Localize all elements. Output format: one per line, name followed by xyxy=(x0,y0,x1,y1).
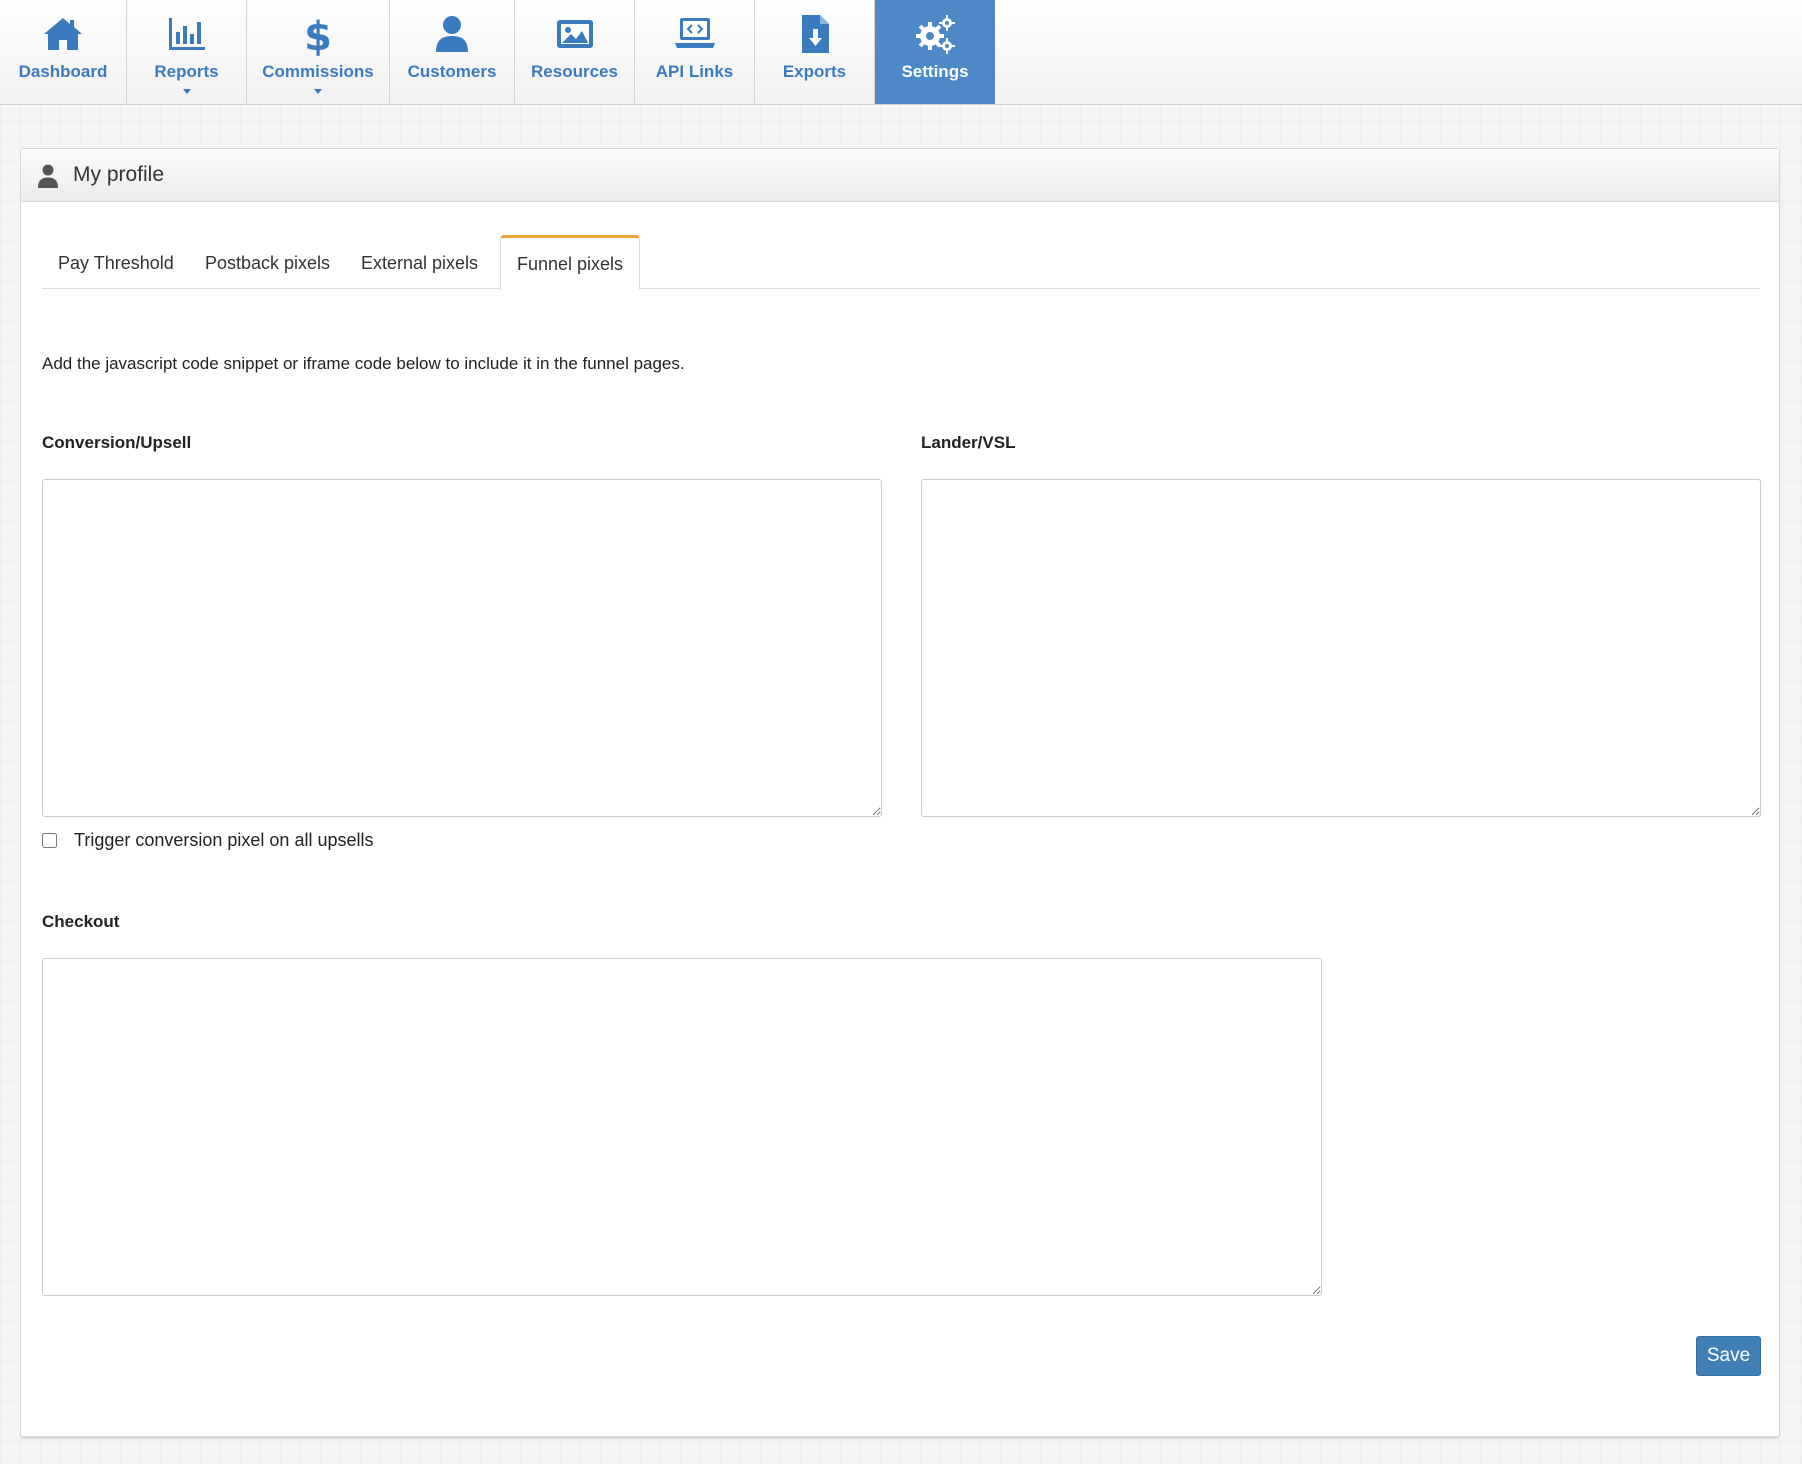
panel-header: My profile xyxy=(21,149,1779,202)
trigger-conversion-checkbox[interactable] xyxy=(42,833,57,848)
page-title: My profile xyxy=(73,163,165,186)
nav-exports-label: Exports xyxy=(782,62,847,81)
svg-text:$: $ xyxy=(304,14,332,56)
nav-settings[interactable]: Settings xyxy=(875,0,995,104)
file-download-icon xyxy=(793,12,837,56)
tab-external-pixels[interactable]: External pixels xyxy=(345,235,494,289)
nav-api-links-label: API Links xyxy=(655,62,734,81)
nav-dashboard-label: Dashboard xyxy=(18,62,108,81)
image-icon xyxy=(553,12,597,56)
nav-resources[interactable]: Resources xyxy=(515,0,635,104)
dollar-icon: $ xyxy=(296,12,340,56)
nav-commissions[interactable]: $ Commissions xyxy=(247,0,390,104)
gears-icon xyxy=(913,12,957,56)
nav-customers[interactable]: Customers xyxy=(390,0,515,104)
laptop-code-icon xyxy=(673,12,717,56)
conversion-label: Conversion/Upsell xyxy=(42,433,192,452)
home-icon xyxy=(41,12,85,56)
trigger-conversion-row[interactable]: Trigger conversion pixel on all upsells xyxy=(42,830,373,851)
checkout-textarea[interactable] xyxy=(42,958,1322,1296)
nav-reports[interactable]: Reports xyxy=(127,0,247,104)
nav-resources-label: Resources xyxy=(531,62,618,81)
chevron-down-icon xyxy=(314,89,322,94)
intro-text: Add the javascript code snippet or ifram… xyxy=(42,354,685,373)
tab-pay-threshold[interactable]: Pay Threshold xyxy=(42,235,190,289)
top-navigation: Dashboard Reports $ Commissions Customer… xyxy=(0,0,1802,105)
nav-exports[interactable]: Exports xyxy=(755,0,875,104)
user-icon xyxy=(37,164,59,188)
lander-label: Lander/VSL xyxy=(921,433,1016,452)
chevron-down-icon xyxy=(182,89,191,94)
save-button[interactable]: Save xyxy=(1696,1336,1761,1376)
user-icon xyxy=(430,12,474,56)
nav-dashboard[interactable]: Dashboard xyxy=(0,0,127,104)
tab-funnel-pixels[interactable]: Funnel pixels xyxy=(500,235,641,290)
conversion-textarea[interactable] xyxy=(42,479,882,817)
nav-api-links[interactable]: API Links xyxy=(635,0,755,104)
nav-reports-label: Reports xyxy=(154,62,219,81)
checkout-label: Checkout xyxy=(42,912,120,931)
bar-chart-icon xyxy=(165,12,209,56)
nav-commissions-label: Commissions xyxy=(262,62,374,81)
nav-settings-label: Settings xyxy=(901,62,969,81)
trigger-conversion-label: Trigger conversion pixel on all upsells xyxy=(74,830,374,850)
profile-panel: My profile Pay Threshold Postback pixels… xyxy=(20,148,1780,1437)
tab-postback-pixels[interactable]: Postback pixels xyxy=(189,235,346,289)
nav-customers-label: Customers xyxy=(407,62,497,81)
tab-bar: Pay Threshold Postback pixels External p… xyxy=(42,235,1760,290)
lander-textarea[interactable] xyxy=(921,479,1761,817)
